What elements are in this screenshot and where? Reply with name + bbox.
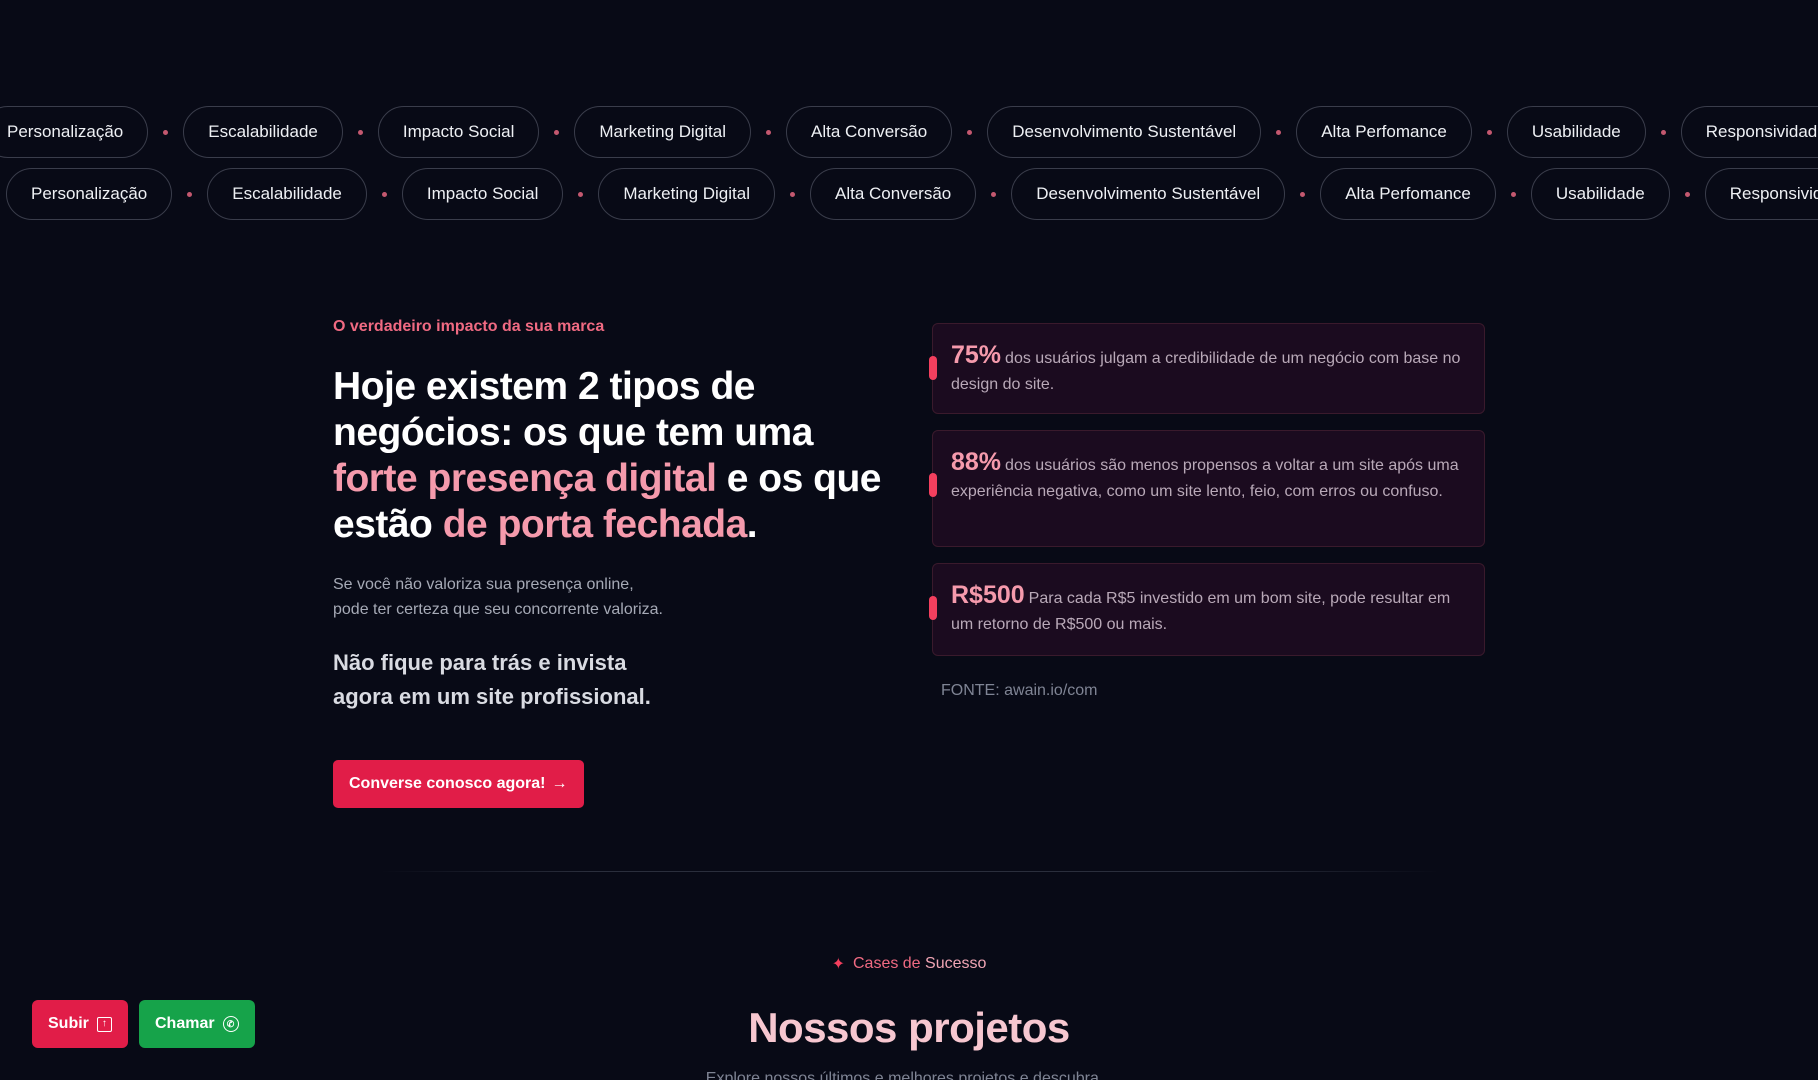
keyword-pill: Responsividade: [1680, 106, 1818, 158]
stat-text: Para cada R$5 investido em um bom site, …: [951, 590, 1451, 633]
separator-dot: [357, 129, 363, 135]
marquee-track: Personalização Escalabilidade Impacto Soci…: [0, 106, 1818, 158]
stat-accent-bar: [929, 356, 937, 380]
keyword-pill: Marketing Digital: [574, 106, 751, 158]
separator-dot: [1510, 191, 1516, 197]
lead-line: Se você não valoriza sua presença online…: [333, 576, 634, 593]
keyword-pill: Responsividade: [1704, 168, 1818, 220]
arrow-right-icon: →: [551, 775, 568, 792]
stats-source: FONTE: awain.io/com: [941, 682, 1098, 699]
keyword-pill: Usabilidade: [1506, 106, 1646, 158]
stat-text: dos usuários são menos propensos a volta…: [951, 457, 1459, 500]
stat-value: 88%: [951, 448, 1002, 476]
separator-dot: [991, 191, 997, 197]
separator-dot: [967, 129, 973, 135]
keyword-pill: Alta Conversão: [786, 106, 953, 158]
keyword-pill: Alta Conversão: [810, 168, 977, 220]
cases-label-b: Sucesso: [925, 955, 987, 972]
stat-value: R$500: [951, 581, 1025, 609]
keyword-pill: Personalização: [0, 106, 149, 158]
cases-label-a: Cases de: [852, 955, 921, 972]
whatsapp-icon: ✆: [222, 1016, 239, 1032]
separator-dot: [187, 191, 193, 197]
hero-eyebrow: O verdadeiro impacto da sua marca: [333, 318, 605, 335]
hero-headline: Hoje existem 2 tipos de negócios: os que…: [333, 364, 893, 548]
headline-text: Hoje existem 2 tipos de negócios: os que…: [333, 365, 813, 454]
lead-line: pode ter certeza que seu concorrente val…: [333, 601, 663, 618]
keyword-pill: Marketing Digital: [598, 168, 775, 220]
keyword-pill: Impacto Social: [377, 106, 540, 158]
separator-dot: [163, 129, 169, 135]
separator-dot: [1684, 191, 1690, 197]
hero-cta-text: Não fique para trás e invista agora em u…: [333, 646, 673, 714]
separator-dot: [554, 129, 560, 135]
scroll-top-label: Subir: [48, 1015, 89, 1032]
keyword-pill: Escalabilidade: [183, 106, 343, 158]
keyword-pill: Escalabilidade: [207, 168, 367, 220]
whatsapp-chat-label: Chamar: [155, 1015, 215, 1032]
cta-line: Não fique para trás e invista: [333, 650, 627, 675]
keywords-marquee-bottom: Personalização Escalabilidade Impacto Soci…: [0, 168, 1818, 220]
keyword-pill: Desenvolvimento Sustentável: [1011, 168, 1286, 220]
separator-dot: [766, 129, 771, 135]
scroll-top-button[interactable]: Subir ↑: [32, 1000, 128, 1048]
contact-now-label: Converse conosco agora!: [349, 775, 546, 792]
separator-dot: [1660, 129, 1666, 135]
contact-now-button[interactable]: Converse conosco agora! →: [333, 760, 584, 808]
projects-subtitle: Explore nossos últimos e melhores projet…: [705, 1070, 1113, 1080]
stat-value: 75%: [951, 341, 1002, 369]
stat-card: 75% dos usuários julgam a credibilidade d…: [929, 323, 1485, 414]
arrow-up-icon: ↑: [96, 1016, 112, 1032]
headline-period: .: [746, 503, 758, 546]
separator-dot: [1486, 129, 1492, 135]
separator-dot: [1300, 191, 1306, 197]
stat-accent-bar: [929, 596, 937, 620]
section-divider: [380, 871, 1440, 872]
separator-dot: [790, 191, 795, 197]
keyword-pill: Desenvolvimento Sustentável: [987, 106, 1262, 158]
keywords-marquee-top: Personalização Escalabilidade Impacto Soci…: [0, 106, 1818, 158]
whatsapp-chat-button[interactable]: Chamar ✆: [139, 1000, 255, 1048]
sparkle-icon: ✦: [831, 956, 845, 973]
stat-accent-bar: [929, 473, 937, 497]
stat-card: 88% dos usuários são menos propensos a vo…: [929, 430, 1485, 547]
keyword-pill: Usabilidade: [1530, 168, 1670, 220]
cases-eyebrow: ✦ Cases de Sucesso: [0, 954, 1818, 974]
page: Personalização Escalabilidade Impacto Soci…: [0, 0, 1818, 1080]
projects-title: Nossos projetos: [748, 1004, 1070, 1051]
keyword-pill: Impacto Social: [401, 168, 564, 220]
keyword-pill: Personalização: [6, 168, 173, 220]
cases-label-text: Cases de Sucesso: [853, 955, 986, 973]
keyword-pill: Alta Perfomance: [1320, 168, 1496, 220]
hero-lead: Se você não valoriza sua presença online…: [333, 572, 733, 622]
marquee-track: Personalização Escalabilidade Impacto Soci…: [6, 168, 1818, 220]
stat-card: R$500 Para cada R$5 investido em um bom s…: [929, 563, 1485, 656]
cta-line: agora em um site profissional.: [333, 684, 651, 709]
keyword-pill: Alta Perfomance: [1296, 106, 1472, 158]
headline-highlight: de porta fechada: [442, 503, 748, 546]
separator-dot: [1276, 129, 1282, 135]
headline-highlight: forte presença digital: [333, 457, 717, 500]
separator-dot: [381, 191, 387, 197]
separator-dot: [578, 191, 584, 197]
stat-text: dos usuários julgam a credibilidade de u…: [951, 350, 1461, 393]
